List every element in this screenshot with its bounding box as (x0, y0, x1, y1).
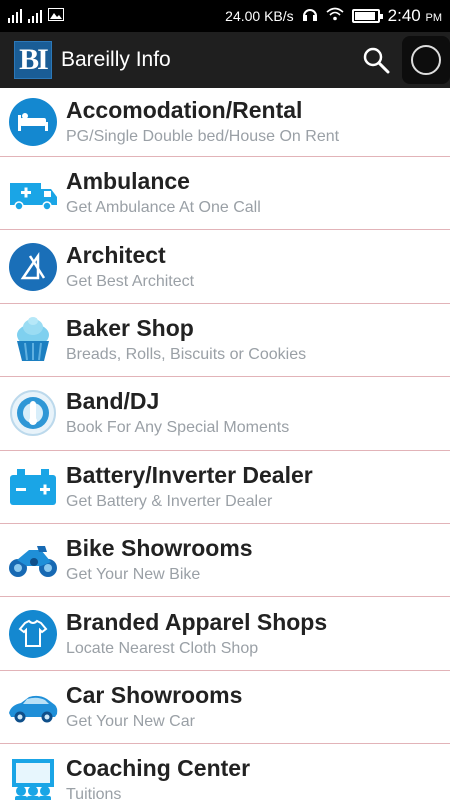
status-right: 24.00 KB/s 2:40 PM (225, 6, 442, 26)
list-item-text: Bike Showrooms Get Your New Bike (66, 534, 450, 586)
battery-dealer-icon (0, 454, 66, 520)
list-item[interactable]: Baker Shop Breads, Rolls, Biscuits or Co… (0, 304, 450, 378)
list-item-title: Battery/Inverter Dealer (66, 461, 313, 488)
motorbike-icon (0, 527, 66, 593)
list-item-subtitle: Book For Any Special Moments (66, 419, 290, 437)
tshirt-icon (0, 601, 66, 667)
app-logo: BI (14, 41, 52, 79)
clock-ampm: PM (425, 12, 443, 24)
bed-icon (0, 89, 66, 155)
list-item-title: Coaching Center (66, 755, 251, 782)
list-item-text: Ambulance Get Ambulance At One Call (66, 167, 450, 219)
architect-icon (0, 234, 66, 300)
network-speed: 24.00 KB/s (225, 8, 294, 24)
list-item-text: Baker Shop Breads, Rolls, Biscuits or Co… (66, 314, 450, 366)
list-item[interactable]: Bike Showrooms Get Your New Bike (0, 524, 450, 598)
clock: 2:40 PM (388, 6, 442, 26)
list-item-subtitle: Get Ambulance At One Call (66, 199, 261, 217)
list-item[interactable]: Accomodation/Rental PG/Single Double bed… (0, 88, 450, 157)
clock-time: 2:40 (387, 6, 421, 25)
list-item-text: Battery/Inverter Dealer Get Battery & In… (66, 461, 450, 513)
list-item[interactable]: Battery/Inverter Dealer Get Battery & In… (0, 451, 450, 524)
app-title: Bareilly Info (61, 48, 171, 71)
list-item-title: Accomodation/Rental (66, 97, 303, 123)
list-item-text: Accomodation/Rental PG/Single Double bed… (66, 96, 450, 148)
list-item-title: Branded Apparel Shops (66, 608, 328, 635)
classroom-icon (0, 747, 66, 800)
floating-circle-button[interactable] (402, 36, 450, 84)
list-item-title: Car Showrooms (66, 681, 243, 708)
wifi-icon (326, 7, 344, 25)
list-item-title: Ambulance (66, 168, 190, 195)
list-item[interactable]: Ambulance Get Ambulance At One Call (0, 157, 450, 231)
tuba-icon (0, 380, 66, 446)
category-list: Accomodation/Rental PG/Single Double bed… (0, 88, 450, 800)
list-item-title: Bike Showrooms (66, 535, 253, 562)
list-item-title: Architect (66, 241, 166, 268)
list-item-text: Branded Apparel Shops Locate Nearest Clo… (66, 608, 450, 660)
list-item-subtitle: Breads, Rolls, Biscuits or Cookies (66, 345, 307, 363)
list-item-title: Baker Shop (66, 314, 194, 341)
status-left (8, 7, 225, 25)
list-item-subtitle: Get Your New Car (66, 712, 195, 730)
car-icon (0, 674, 66, 740)
list-item-subtitle: Tuitions (66, 786, 122, 800)
headset-icon (302, 7, 318, 25)
list-item-text: Band/DJ Book For Any Special Moments (66, 387, 450, 439)
app-bar: BI Bareilly Info (0, 32, 450, 88)
list-item-subtitle: Locate Nearest Cloth Shop (66, 639, 259, 657)
list-item-subtitle: PG/Single Double bed/House On Rent (66, 128, 340, 145)
list-item-text: Car Showrooms Get Your New Car (66, 681, 450, 733)
list-item[interactable]: Architect Get Best Architect (0, 230, 450, 304)
cupcake-icon (0, 307, 66, 373)
status-bar: 24.00 KB/s 2:40 PM (0, 0, 450, 32)
list-item[interactable]: Car Showrooms Get Your New Car (0, 671, 450, 745)
list-item-subtitle: Get Best Architect (66, 272, 195, 290)
list-item-title: Band/DJ (66, 388, 160, 415)
list-item[interactable]: Band/DJ Book For Any Special Moments (0, 377, 450, 451)
signal-icon-2 (28, 9, 42, 23)
list-item-text: Architect Get Best Architect (66, 241, 450, 293)
list-item-subtitle: Get Your New Bike (66, 566, 201, 584)
list-item[interactable]: Coaching Center Tuitions (0, 744, 450, 800)
list-item[interactable]: Branded Apparel Shops Locate Nearest Clo… (0, 597, 450, 671)
search-icon (363, 47, 390, 74)
battery-icon (351, 9, 383, 23)
search-button[interactable] (352, 36, 400, 84)
list-item-text: Coaching Center Tuitions (66, 754, 450, 800)
signal-icon (8, 9, 22, 23)
ambulance-icon (0, 160, 66, 226)
image-notification-icon (48, 7, 64, 25)
circle-icon (411, 45, 441, 75)
list-item-subtitle: Get Battery & Inverter Dealer (66, 492, 273, 510)
